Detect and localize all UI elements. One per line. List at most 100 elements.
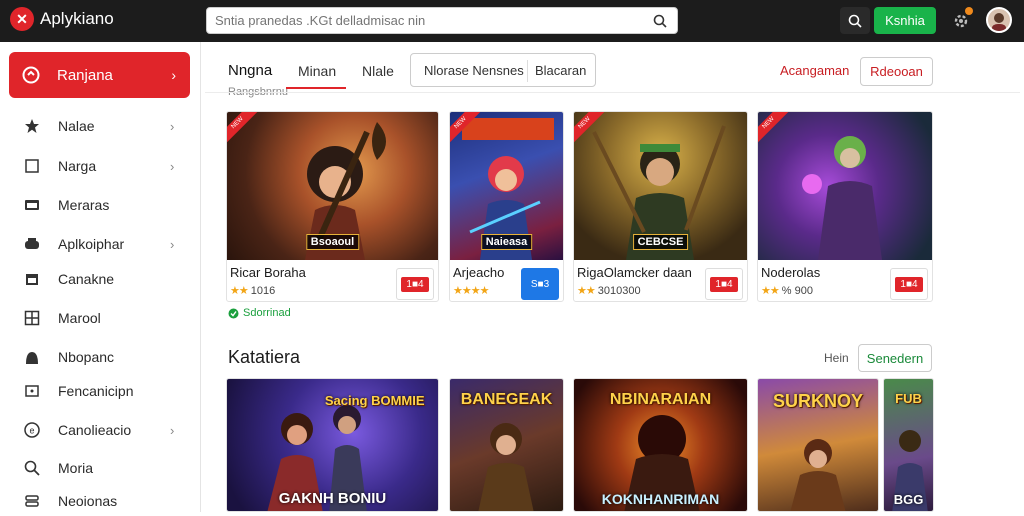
sidebar-item-label: Moria: [58, 460, 94, 476]
rating-value: % 900: [781, 285, 813, 297]
game-logo-bottom: BGG: [893, 492, 924, 507]
game-logo-bottom: GAKNH BONIU: [278, 490, 387, 507]
installed-status: Sdorrinad: [228, 307, 291, 319]
search-input[interactable]: [215, 13, 651, 28]
user-icon: [23, 348, 41, 366]
game-title: Ricar Boraha: [230, 265, 306, 280]
chevron-right-icon: ›: [170, 118, 175, 134]
star-icon: [23, 117, 41, 135]
sidebar-item-label: Ranjana: [57, 66, 113, 84]
tab-group-left[interactable]: Nlorase Nensnes: [424, 63, 524, 78]
section-button[interactable]: Senedern: [858, 344, 932, 372]
price-button[interactable]: 1■4: [705, 268, 743, 300]
game-logo-top: SURKNOY: [772, 391, 864, 411]
game-card[interactable]: BANEGEAK: [449, 378, 564, 512]
tab-1[interactable]: Nngna: [228, 62, 272, 79]
price-label: 1■4: [895, 276, 923, 292]
tag-icon: [23, 157, 41, 175]
sidebar-item-label: Neoionas: [58, 493, 118, 509]
game-logo-caption: Bsoaoul: [305, 234, 360, 250]
chevron-right-icon: ›: [170, 158, 175, 174]
divider: [527, 60, 528, 82]
search-icon: [23, 459, 41, 477]
sidebar-item-4[interactable]: Aplkoiphar ›: [0, 229, 200, 259]
game-logo-top: NBINARAIAN: [609, 391, 712, 408]
sidebar-item-9[interactable]: e Canolieacio ›: [0, 415, 200, 445]
gamepad-icon: [23, 235, 41, 253]
sidebar-item-6[interactable]: Marool: [0, 303, 200, 333]
filter-button[interactable]: Rdeooan: [860, 57, 933, 86]
filter-link[interactable]: Acangaman: [780, 63, 849, 78]
chevron-right-icon: ›: [170, 236, 175, 252]
sidebar-item-label: Aplkoiphar: [58, 236, 125, 252]
sidebar-item-8[interactable]: Fencanicipn: [0, 376, 200, 406]
game-artwork: NEW Naieasa: [450, 112, 563, 260]
globe-icon: e: [23, 421, 41, 439]
game-card[interactable]: Sacing BOMMIE GAKNH BONIU: [226, 378, 439, 512]
sidebar-item-label: Fencanicipn: [58, 383, 134, 399]
game-artwork: NEW CEBCSE: [574, 112, 747, 260]
sidebar-item-10[interactable]: Moria: [0, 453, 200, 483]
chevron-right-icon: ›: [171, 67, 176, 83]
price-button[interactable]: 1■4: [396, 268, 434, 300]
tab-3[interactable]: Nlale: [362, 63, 394, 79]
svg-text:e: e: [30, 426, 35, 436]
database-icon: [23, 492, 41, 510]
section-link[interactable]: Hein: [824, 351, 849, 365]
sidebar-item-label: Marool: [58, 310, 101, 326]
star-rating: ★★★★: [453, 285, 489, 297]
game-card[interactable]: NEW CEBCSE RigaOlamcker daan ★★ 3010300 …: [573, 111, 748, 302]
game-card[interactable]: NEW Noderolas ★★ % 900 1■4: [757, 111, 933, 302]
rating-value: 1016: [250, 285, 276, 297]
game-card[interactable]: NBINARAIAN KOKNHANRIMAN: [573, 378, 748, 512]
app-title: Aplykiano: [40, 9, 114, 28]
chevron-right-icon: ›: [170, 422, 175, 438]
star-rating: ★★: [577, 285, 596, 297]
game-title: Arjeacho: [453, 265, 505, 280]
price-button[interactable]: S■3: [521, 268, 559, 300]
home-icon: [22, 66, 40, 84]
wallet-icon: [23, 382, 41, 400]
game-artwork: NEW Bsoaoul: [227, 112, 438, 260]
app-logo[interactable]: ✕ Aplykiano: [10, 7, 114, 31]
game-logo-bottom: KOKNHANRIMAN: [601, 491, 720, 507]
sidebar-item-label: Canakne: [58, 271, 115, 287]
sidebar-item-5[interactable]: Canakne: [0, 264, 200, 294]
logo-icon: ✕: [10, 7, 34, 31]
search-icon: [848, 14, 862, 28]
search-icon[interactable]: [651, 12, 669, 30]
sidebar: Ranjana › Nalae › Narga › Meraras Aplkoi…: [0, 42, 201, 512]
active-tab-indicator: [286, 87, 346, 89]
game-title: RigaOlamcker daan: [577, 265, 692, 280]
sidebar-item-2[interactable]: Narga ›: [0, 151, 200, 181]
sidebar-item-label: Nbopanc: [58, 349, 115, 365]
game-logo-caption: Naieasa: [480, 234, 533, 250]
game-logo-top: Sacing BOMMIE: [324, 393, 425, 408]
game-rating: ★★★★: [453, 284, 489, 297]
toolbar-action-button[interactable]: Ksnhia: [874, 7, 936, 34]
sidebar-item-3[interactable]: Meraras: [0, 190, 200, 220]
game-card[interactable]: SURKNOY: [757, 378, 879, 512]
sidebar-item-7[interactable]: Nbopanc: [0, 342, 200, 372]
price-button[interactable]: 1■4: [890, 268, 928, 300]
toolbar-search-button[interactable]: [840, 7, 870, 34]
sidebar-item-1[interactable]: Nalae ›: [0, 111, 200, 141]
divider: [205, 92, 1020, 93]
grid-icon: [23, 309, 41, 327]
calendar-icon: [23, 270, 41, 288]
section-title: Katatiera: [228, 347, 301, 367]
search-bar[interactable]: [206, 7, 678, 34]
game-card[interactable]: NEW Naieasa Arjeacho ★★★★ S■3: [449, 111, 564, 302]
star-rating: ★★: [230, 285, 249, 297]
game-card[interactable]: FUB BGG: [883, 378, 934, 512]
price-label: 1■4: [401, 276, 429, 292]
tab-group-right[interactable]: Blacaran: [535, 63, 586, 78]
check-icon: [228, 308, 239, 318]
tab-2[interactable]: Minan: [298, 63, 336, 79]
game-card[interactable]: NEW Bsoaoul Ricar Boraha ★★ 1016 1■4: [226, 111, 439, 302]
avatar[interactable]: [986, 7, 1012, 33]
sidebar-item-active[interactable]: Ranjana ›: [9, 52, 190, 98]
sidebar-item-label: Canolieacio: [58, 422, 132, 438]
game-rating: ★★ 1016: [230, 284, 275, 297]
game-logo-top: BANEGEAK: [460, 391, 553, 408]
